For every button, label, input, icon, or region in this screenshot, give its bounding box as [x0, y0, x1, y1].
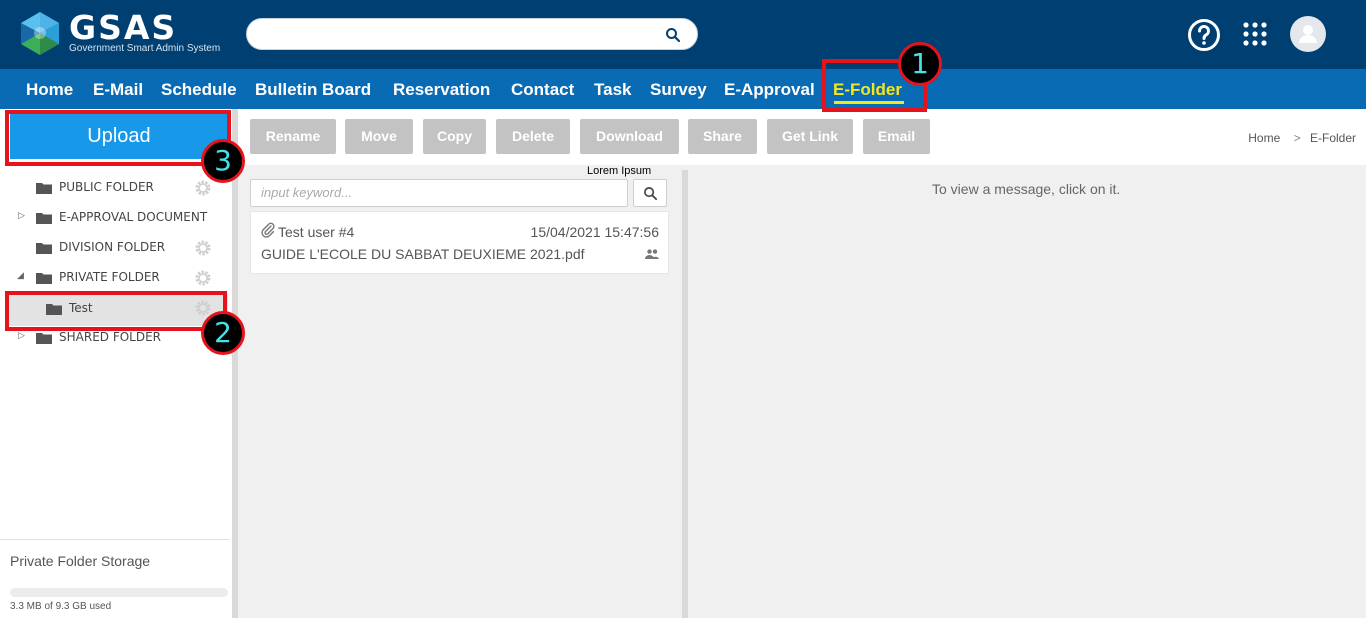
nav-survey[interactable]: Survey — [650, 80, 707, 100]
annotation-box-test-folder — [5, 291, 227, 331]
user-icon — [1299, 25, 1317, 43]
delete-button[interactable]: Delete — [496, 119, 570, 154]
logo-name: GSAS — [69, 8, 178, 47]
search-icon — [644, 187, 658, 201]
folder-public[interactable]: PUBLIC FOLDER — [20, 177, 220, 201]
preview-pane — [690, 165, 1366, 618]
list-scrollbar[interactable] — [682, 170, 688, 618]
storage-title: Private Folder Storage — [10, 553, 151, 569]
nav-contact[interactable]: Contact — [511, 80, 574, 100]
folder-label: DIVISION FOLDER — [59, 240, 166, 254]
storage-progress-bar — [10, 588, 228, 597]
folder-icon — [36, 183, 52, 194]
folder-icon — [36, 243, 52, 254]
breadcrumb-separator-icon: > — [1293, 131, 1301, 145]
nav-bulletin-board[interactable]: Bulletin Board — [255, 80, 371, 100]
annotation-badge-3: 3 — [201, 139, 245, 183]
email-button[interactable]: Email — [863, 119, 930, 154]
nav-schedule[interactable]: Schedule — [161, 80, 237, 100]
global-search-input[interactable] — [261, 25, 661, 45]
nav-email[interactable]: E-Mail — [93, 80, 143, 100]
storage-usage-text: 3.3 MB of 9.3 GB used — [10, 601, 112, 612]
folder-e-approval-document[interactable]: ▷ E-APPROVAL DOCUMENT — [18, 207, 220, 231]
share-button[interactable]: Share — [688, 119, 757, 154]
search-icon[interactable] — [665, 27, 681, 43]
logo-subtitle: Government Smart Admin System — [69, 43, 221, 54]
annotation-badge-2: 2 — [201, 311, 245, 355]
gear-icon[interactable] — [194, 179, 212, 197]
annotation-badge-1: 1 — [898, 42, 942, 86]
nav-task[interactable]: Task — [594, 80, 632, 100]
folder-label: SHARED FOLDER — [59, 330, 162, 344]
expand-arrow-icon[interactable]: ▷ — [18, 330, 25, 341]
expand-arrow-icon[interactable]: ▷ — [18, 210, 25, 221]
breadcrumb-current: E-Folder — [1309, 131, 1356, 145]
folder-icon — [36, 273, 52, 284]
gear-icon[interactable] — [194, 239, 212, 257]
shared-users-icon — [645, 249, 659, 259]
global-search[interactable] — [246, 18, 698, 50]
file-date: 15/04/2021 15:47:56 — [530, 224, 659, 240]
nav-reservation[interactable]: Reservation — [393, 80, 490, 100]
folder-icon — [36, 213, 52, 224]
file-list-item[interactable]: Test user #4 15/04/2021 15:47:56 GUIDE L… — [250, 211, 669, 274]
nav-home[interactable]: Home — [26, 80, 73, 100]
nav-e-approval[interactable]: E-Approval — [724, 80, 815, 100]
attachment-clip-icon — [261, 222, 275, 238]
get-link-button[interactable]: Get Link — [767, 119, 853, 154]
breadcrumb-home[interactable]: Home — [1248, 131, 1280, 145]
gsas-logo[interactable]: GSAS Government Smart Admin System — [17, 10, 222, 58]
gsas-emblem-icon — [21, 12, 59, 55]
file-name[interactable]: GUIDE L'ECOLE DU SABBAT DEUXIEME 2021.pd… — [261, 246, 585, 262]
storage-divider — [0, 539, 230, 540]
apps-grid-icon[interactable] — [1243, 22, 1267, 46]
breadcrumb: Home > E-Folder — [1242, 131, 1356, 145]
copy-button[interactable]: Copy — [423, 119, 486, 154]
move-button[interactable]: Move — [345, 119, 413, 154]
help-icon[interactable] — [1187, 18, 1221, 52]
gear-icon[interactable] — [194, 269, 212, 287]
folder-label: PRIVATE FOLDER — [59, 270, 160, 284]
user-avatar[interactable] — [1290, 16, 1326, 52]
file-uploader: Test user #4 — [278, 224, 355, 240]
collapse-arrow-icon[interactable]: ◢ — [17, 270, 24, 281]
folder-label: PUBLIC FOLDER — [59, 180, 154, 194]
lorem-label: Lorem Ipsum — [587, 165, 652, 177]
annotation-box-upload — [5, 110, 231, 166]
folder-private[interactable]: ◢ PRIVATE FOLDER — [17, 267, 220, 291]
download-button[interactable]: Download — [580, 119, 679, 154]
keyword-search-button[interactable] — [633, 179, 667, 207]
folder-icon — [36, 333, 52, 344]
folder-label: E-APPROVAL DOCUMENT — [59, 210, 208, 224]
keyword-search-input[interactable]: input keyword... — [250, 179, 628, 207]
preview-placeholder-message: To view a message, click on it. — [932, 181, 1121, 197]
folder-division[interactable]: DIVISION FOLDER — [20, 237, 220, 261]
rename-button[interactable]: Rename — [250, 119, 336, 154]
